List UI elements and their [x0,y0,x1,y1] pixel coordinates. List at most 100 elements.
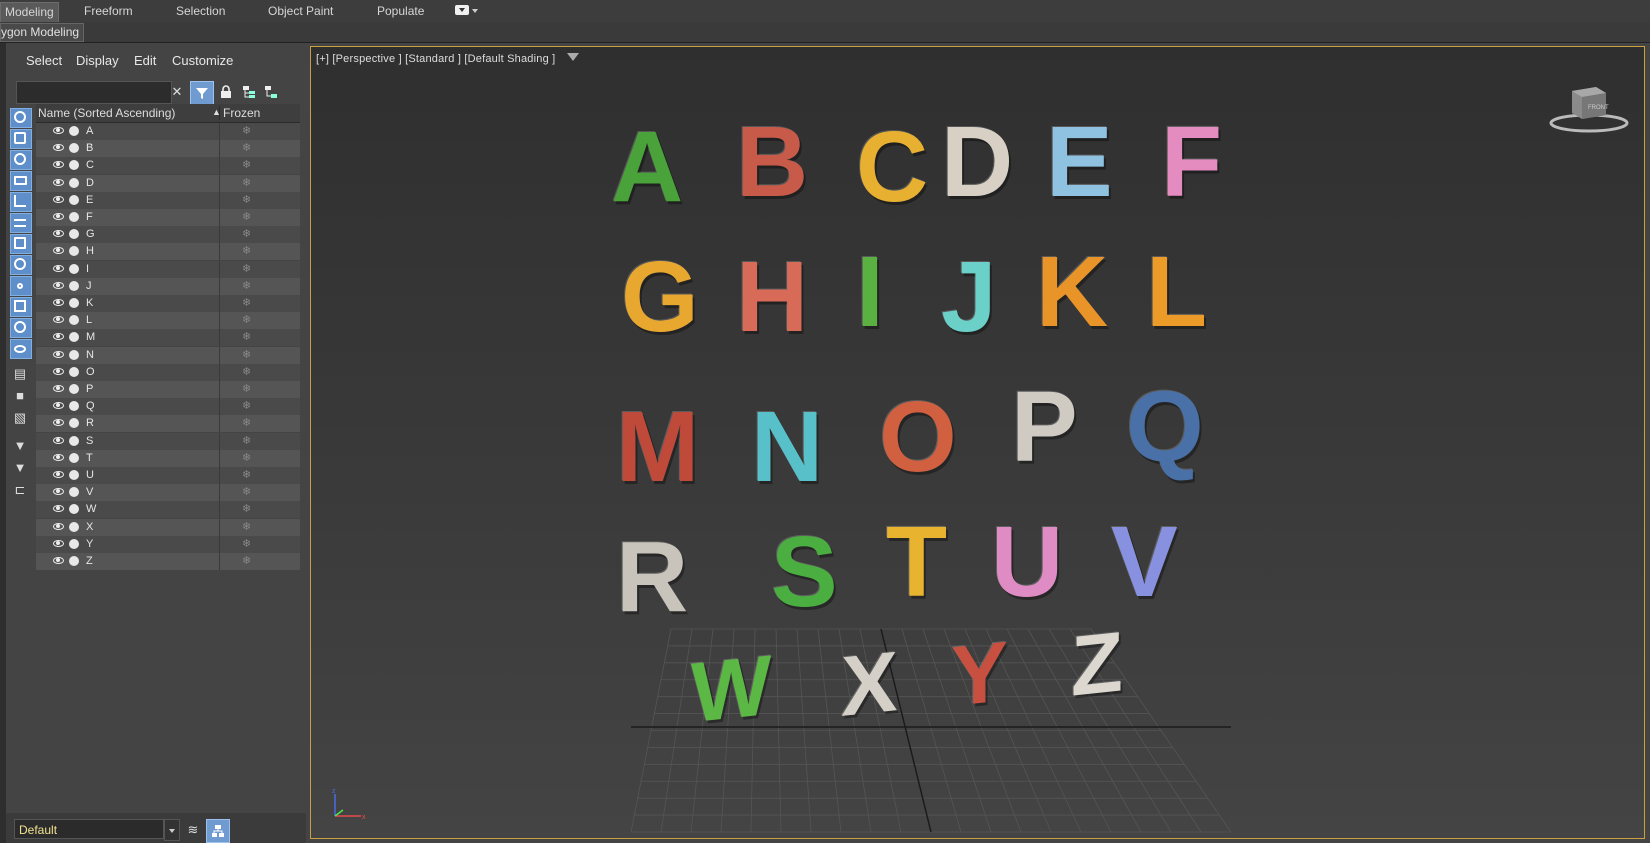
list-item[interactable]: N ❄ [36,346,300,364]
render-toggle-icon[interactable] [69,229,79,240]
render-toggle-icon[interactable] [69,160,79,171]
snowflake-icon[interactable]: ❄ [242,227,251,240]
visibility-eye-icon[interactable] [53,488,64,496]
render-toggle-icon[interactable] [69,263,79,274]
render-toggle-icon[interactable] [69,332,79,343]
list-item[interactable]: U ❄ [36,467,300,484]
letter-model-k[interactable]: K [1036,242,1108,342]
letter-model-v[interactable]: V [1111,512,1178,612]
snowflake-icon[interactable]: ❄ [242,210,251,223]
list-item[interactable]: E ❄ [36,191,300,209]
letter-model-h[interactable]: H [736,247,808,347]
display-hidden-button[interactable] [10,339,32,359]
snowflake-icon[interactable]: ❄ [242,416,251,429]
visibility-eye-icon[interactable] [53,453,64,461]
snowflake-icon[interactable]: ❄ [242,176,251,189]
display-all-icon[interactable]: ▤ [13,366,27,382]
list-item[interactable]: T ❄ [36,449,300,467]
render-toggle-icon[interactable] [69,384,79,394]
visibility-eye-icon[interactable] [53,195,64,203]
layer-dropdown[interactable]: Default [14,819,164,839]
letter-model-a[interactable]: A [611,117,683,217]
visibility-eye-icon[interactable] [53,539,64,547]
display-xrefs-button[interactable] [10,255,32,275]
visibility-eye-icon[interactable] [53,299,64,306]
filter-options-icon[interactable]: ▼ [13,438,27,454]
list-item[interactable]: R ❄ [36,415,300,433]
render-toggle-icon[interactable] [69,521,79,532]
render-toggle-icon[interactable] [69,366,79,377]
render-toggle-icon[interactable] [69,194,79,205]
snowflake-icon[interactable]: ❄ [242,468,251,481]
chevron-down-icon[interactable] [472,9,478,13]
tab-populate[interactable]: Populate [377,2,424,21]
display-groups-button[interactable] [10,234,32,254]
letter-model-n[interactable]: N [751,397,823,497]
list-item[interactable]: D ❄ [36,174,300,192]
visibility-eye-icon[interactable] [53,230,64,238]
letter-model-l[interactable]: L [1146,242,1207,342]
list-item[interactable]: Q ❄ [36,398,300,416]
snowflake-icon[interactable]: ❄ [242,451,251,464]
render-toggle-icon[interactable] [69,143,79,154]
render-toggle-icon[interactable] [69,246,79,257]
letter-model-i[interactable]: I [856,242,884,342]
letter-model-s[interactable]: S [771,522,838,622]
column-header-name[interactable]: Name (Sorted Ascending) [38,106,175,120]
menu-customize[interactable]: Customize [172,53,233,68]
display-cameras-button[interactable] [10,171,32,191]
snowflake-icon[interactable]: ❄ [242,193,251,206]
visibility-eye-icon[interactable] [53,316,64,324]
render-toggle-icon[interactable] [69,487,79,498]
visibility-eye-icon[interactable] [53,333,64,341]
render-toggle-icon[interactable] [69,538,79,549]
render-toggle-icon[interactable] [69,298,79,308]
render-toggle-icon[interactable] [69,280,79,291]
search-input[interactable] [16,81,172,104]
letter-model-x[interactable]: X [841,634,898,735]
render-toggle-icon[interactable] [69,556,79,566]
snowflake-icon[interactable]: ❄ [242,296,251,309]
list-item[interactable]: C ❄ [36,157,300,175]
list-item[interactable]: F ❄ [36,209,300,226]
list-item[interactable]: I ❄ [36,260,300,278]
filter-icon[interactable]: ▼ [13,460,27,476]
visibility-eye-icon[interactable] [53,522,64,530]
render-toggle-icon[interactable] [69,126,79,136]
letter-model-j[interactable]: J [941,247,997,347]
snowflake-icon[interactable]: ❄ [242,537,251,550]
letter-model-e[interactable]: E [1046,112,1113,212]
letter-model-c[interactable]: C [856,117,928,217]
visibility-eye-icon[interactable] [53,505,64,513]
letter-model-q[interactable]: Q [1126,377,1204,477]
letter-model-t[interactable]: T [886,512,947,612]
snowflake-icon[interactable]: ❄ [242,124,251,137]
list-item[interactable]: S ❄ [36,432,300,450]
snowflake-icon[interactable]: ❄ [242,485,251,498]
list-item[interactable]: G ❄ [36,226,300,244]
ribbon-options-button[interactable] [455,5,469,15]
letter-model-b[interactable]: B [736,112,808,212]
letter-model-w[interactable]: W [691,638,771,741]
list-item[interactable]: Y ❄ [36,535,300,553]
visibility-eye-icon[interactable] [53,247,64,255]
visibility-eye-icon[interactable] [53,178,64,186]
letter-model-u[interactable]: U [991,512,1063,612]
render-toggle-icon[interactable] [69,452,79,463]
render-toggle-icon[interactable] [69,349,79,360]
list-item[interactable]: B ❄ [36,140,300,158]
render-toggle-icon[interactable] [69,315,79,326]
snowflake-icon[interactable]: ❄ [242,399,251,412]
snowflake-icon[interactable]: ❄ [242,262,251,275]
render-toggle-icon[interactable] [69,418,79,429]
visibility-eye-icon[interactable] [53,213,64,220]
list-item[interactable]: A ❄ [36,123,300,140]
snowflake-icon[interactable]: ❄ [242,365,251,378]
menu-edit[interactable]: Edit [134,53,156,68]
visibility-eye-icon[interactable] [53,436,64,444]
layers-icon[interactable]: ≋ [184,821,202,839]
tab-object-paint[interactable]: Object Paint [268,2,333,21]
snowflake-icon[interactable]: ❄ [242,244,251,257]
visibility-eye-icon[interactable] [53,127,64,134]
chevron-down-icon[interactable] [164,819,180,841]
